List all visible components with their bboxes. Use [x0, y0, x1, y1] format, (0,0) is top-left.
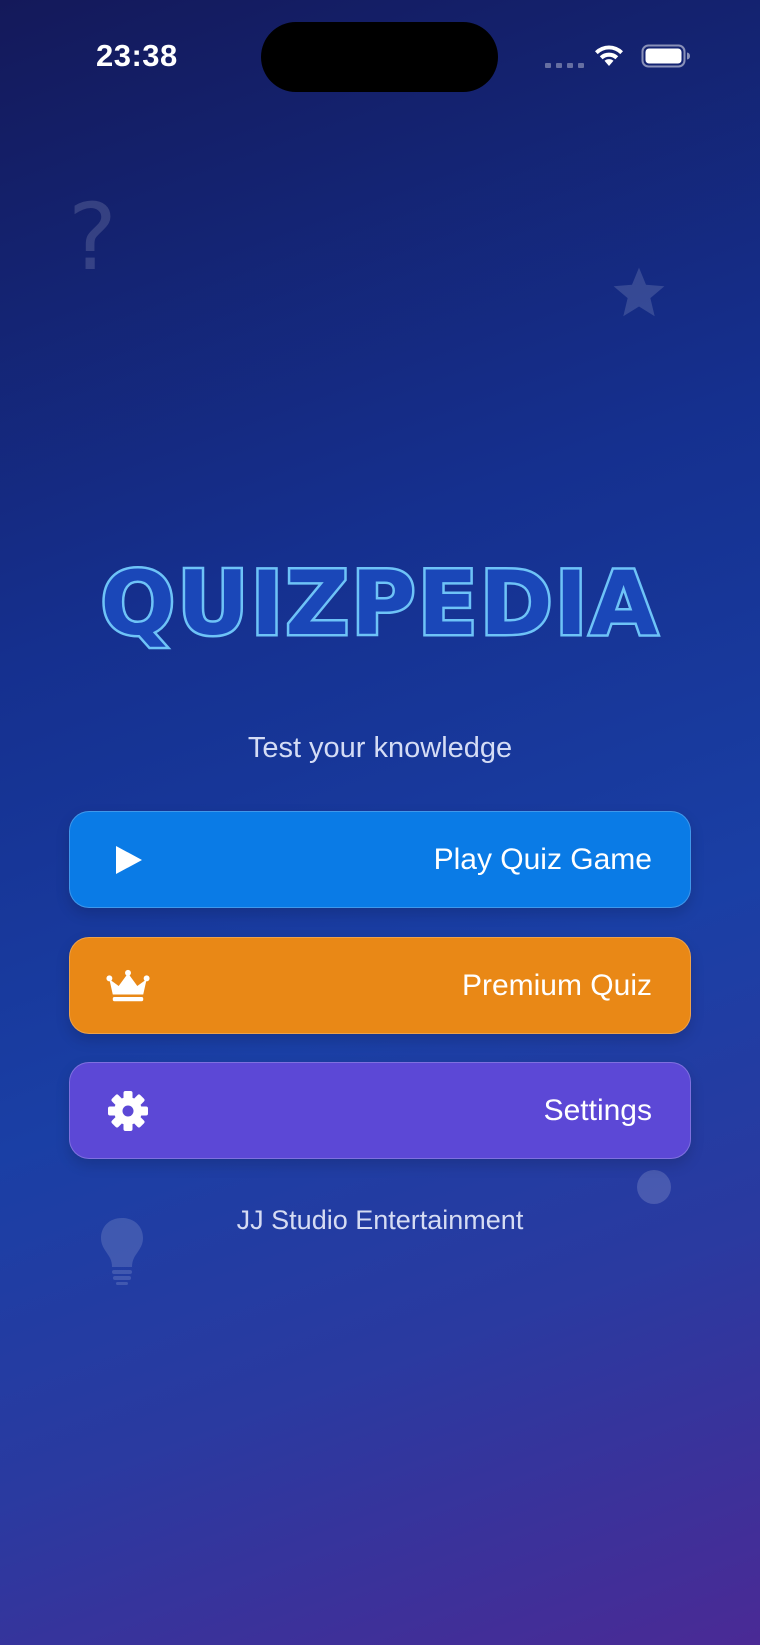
- play-quiz-game-button[interactable]: Play Quiz Game: [69, 811, 691, 908]
- background-question-mark-icon: ?: [68, 184, 117, 291]
- status-time: 23:38: [96, 38, 178, 73]
- cellular-signal-icon: [545, 63, 584, 68]
- premium-quiz-button[interactable]: Premium Quiz: [69, 937, 691, 1034]
- status-bar: 23:38: [0, 0, 760, 110]
- gear-icon: [106, 1089, 150, 1133]
- studio-credit: JJ Studio Entertainment: [236, 1205, 524, 1235]
- settings-label: Settings: [543, 1093, 652, 1127]
- tagline: Test your knowledge: [247, 732, 513, 764]
- background-star-icon: [613, 267, 665, 317]
- settings-button[interactable]: Settings: [69, 1062, 691, 1159]
- battery-icon: [641, 44, 690, 68]
- crown-icon: [106, 964, 150, 1008]
- play-quiz-game-label: Play Quiz Game: [433, 842, 652, 876]
- premium-quiz-label: Premium Quiz: [461, 968, 652, 1002]
- play-icon: [106, 838, 150, 882]
- background-circle: [637, 1170, 671, 1204]
- app-logo: QUIZPEDIA: [98, 550, 660, 658]
- dynamic-island: [261, 22, 498, 92]
- wifi-icon: [595, 45, 623, 66]
